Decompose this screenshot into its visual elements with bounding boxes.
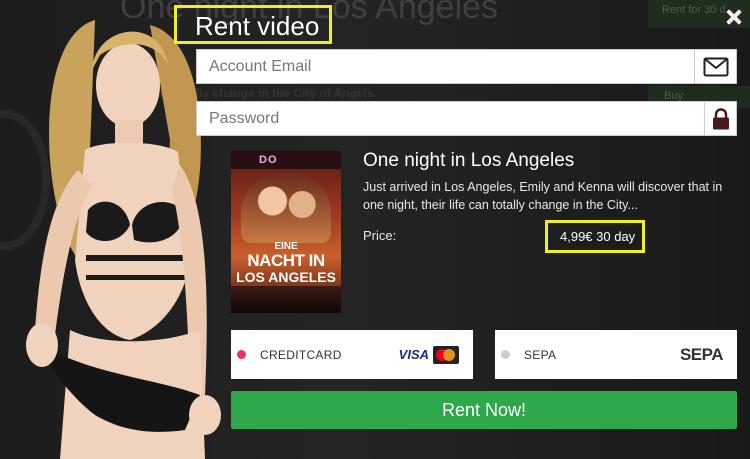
password-input[interactable] — [197, 102, 704, 135]
email-field — [196, 49, 737, 84]
radio-unselected-icon[interactable] — [501, 350, 510, 359]
price-label: Price: — [363, 228, 397, 243]
sepa-logo-icon: SEPA — [679, 344, 724, 364]
envelope-icon — [703, 57, 728, 76]
password-addon — [704, 102, 736, 135]
poster-image — [241, 173, 331, 243]
poster-title-line2: NACHT IN — [247, 251, 325, 270]
poster-title-line3: LOS ANGELES — [236, 269, 336, 285]
modal-title: Rent video — [174, 5, 332, 44]
video-title: One night in Los Angeles — [363, 150, 575, 171]
card-logos: VISA — [398, 345, 459, 364]
rent-now-button[interactable]: Rent Now! — [231, 391, 737, 429]
payment-label-sepa: SEPA — [524, 347, 557, 362]
poster-skyline — [231, 286, 341, 313]
payment-label-creditcard: CREDITCARD — [260, 347, 342, 362]
lock-icon — [712, 107, 729, 129]
poster-header — [231, 151, 341, 169]
video-description: Just arrived in Los Angeles, Emily and K… — [363, 180, 723, 212]
studio-logo: DO — [259, 154, 278, 166]
payment-option-creditcard[interactable]: CREDITCARD VISA — [231, 330, 473, 379]
payment-option-sepa[interactable]: SEPA SEPA — [495, 330, 737, 379]
close-icon[interactable] — [725, 8, 743, 26]
visa-logo-icon: VISA — [398, 347, 429, 362]
radio-selected-icon[interactable] — [237, 350, 246, 359]
password-field — [196, 101, 737, 136]
email-addon — [694, 50, 736, 83]
price-value: 4,99€ 30 day — [545, 220, 645, 253]
email-input[interactable] — [197, 50, 694, 83]
mastercard-logo-icon — [433, 345, 459, 364]
video-poster[interactable]: DO EINE NACHT IN LOS ANGELES — [231, 151, 341, 313]
sepa-logo: SEPA — [679, 344, 724, 365]
